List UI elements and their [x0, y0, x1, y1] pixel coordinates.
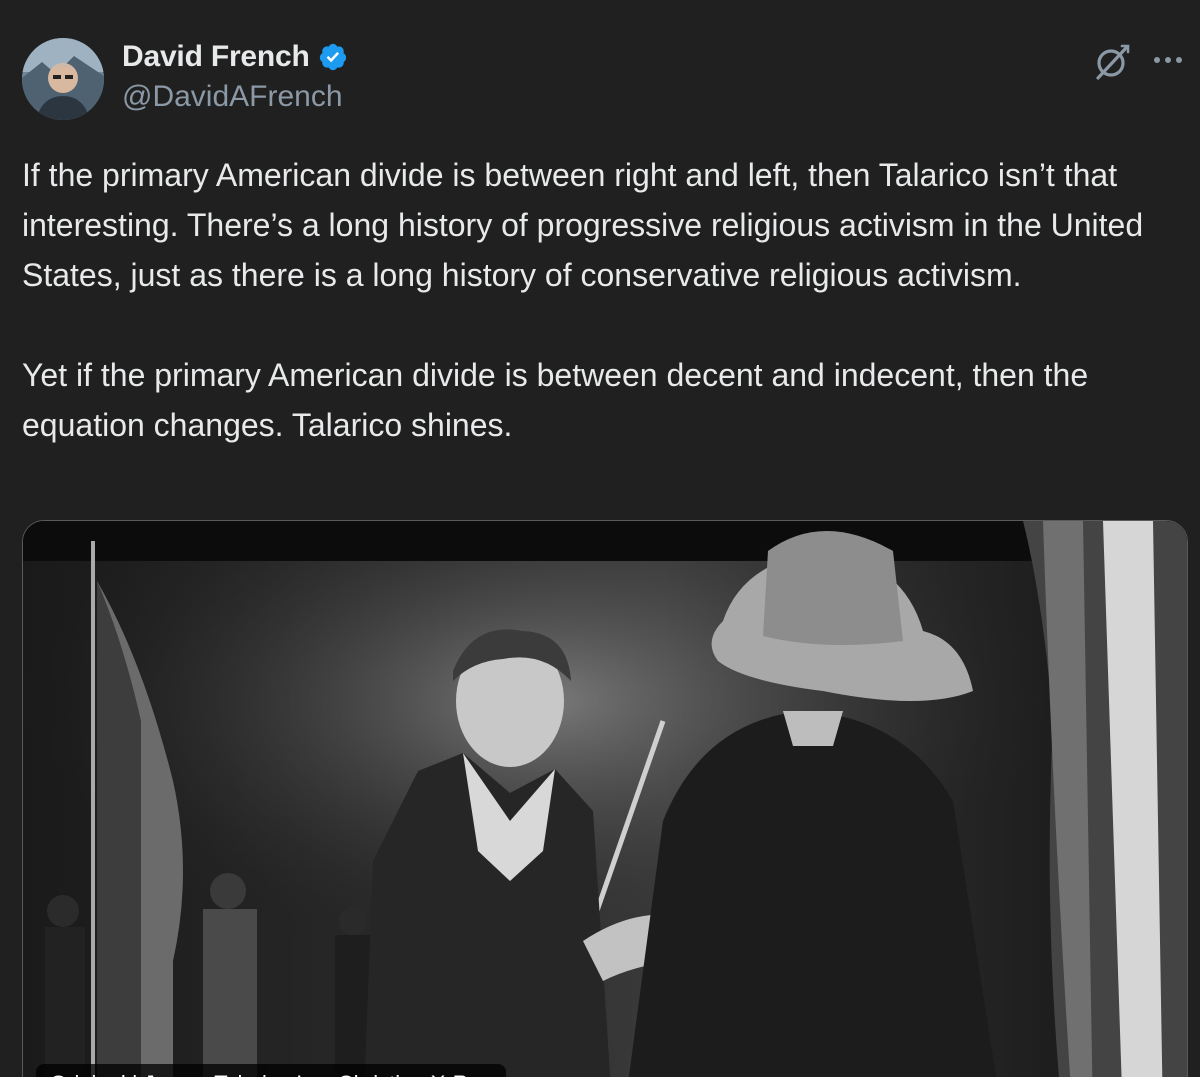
media-caption[interactable]: Original | James Talarico Is a Christian… — [36, 1064, 506, 1077]
author-block: David French @DavidAFrench — [122, 40, 348, 114]
avatar-photo — [22, 38, 104, 120]
tweet-photo[interactable] — [22, 520, 1188, 1077]
avatar[interactable] — [22, 38, 104, 120]
grok-icon[interactable] — [1092, 42, 1132, 82]
name-row: David French — [122, 40, 348, 74]
tweet-paragraph-1: If the primary American divide is betwee… — [22, 157, 1144, 293]
more-options-icon[interactable] — [1150, 46, 1186, 74]
verified-badge-icon[interactable] — [318, 42, 348, 72]
tweet-text: If the primary American divide is betwee… — [22, 150, 1182, 450]
author-name[interactable]: David French — [122, 40, 310, 74]
tweet-paragraph-2: Yet if the primary American divide is be… — [22, 357, 1089, 443]
photo-image — [23, 521, 1187, 1077]
tweet-card: David French @DavidAFrench If the primar… — [0, 0, 1200, 1077]
author-handle[interactable]: @DavidAFrench — [122, 80, 348, 114]
